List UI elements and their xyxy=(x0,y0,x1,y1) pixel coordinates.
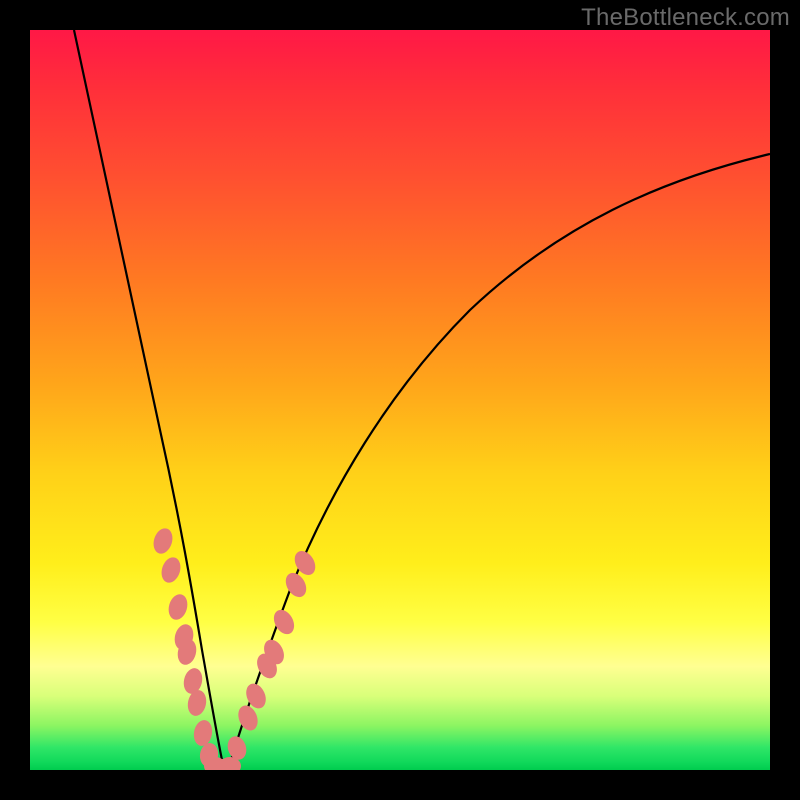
right-branch-dots xyxy=(225,547,320,762)
plot-area xyxy=(30,30,770,770)
curve-layer xyxy=(30,30,770,770)
chart-frame: TheBottleneck.com xyxy=(0,0,800,800)
left-branch-curve xyxy=(74,30,226,770)
watermark-text: TheBottleneck.com xyxy=(581,4,790,32)
left-branch-dots xyxy=(150,526,241,770)
right-branch-curve xyxy=(228,154,770,770)
